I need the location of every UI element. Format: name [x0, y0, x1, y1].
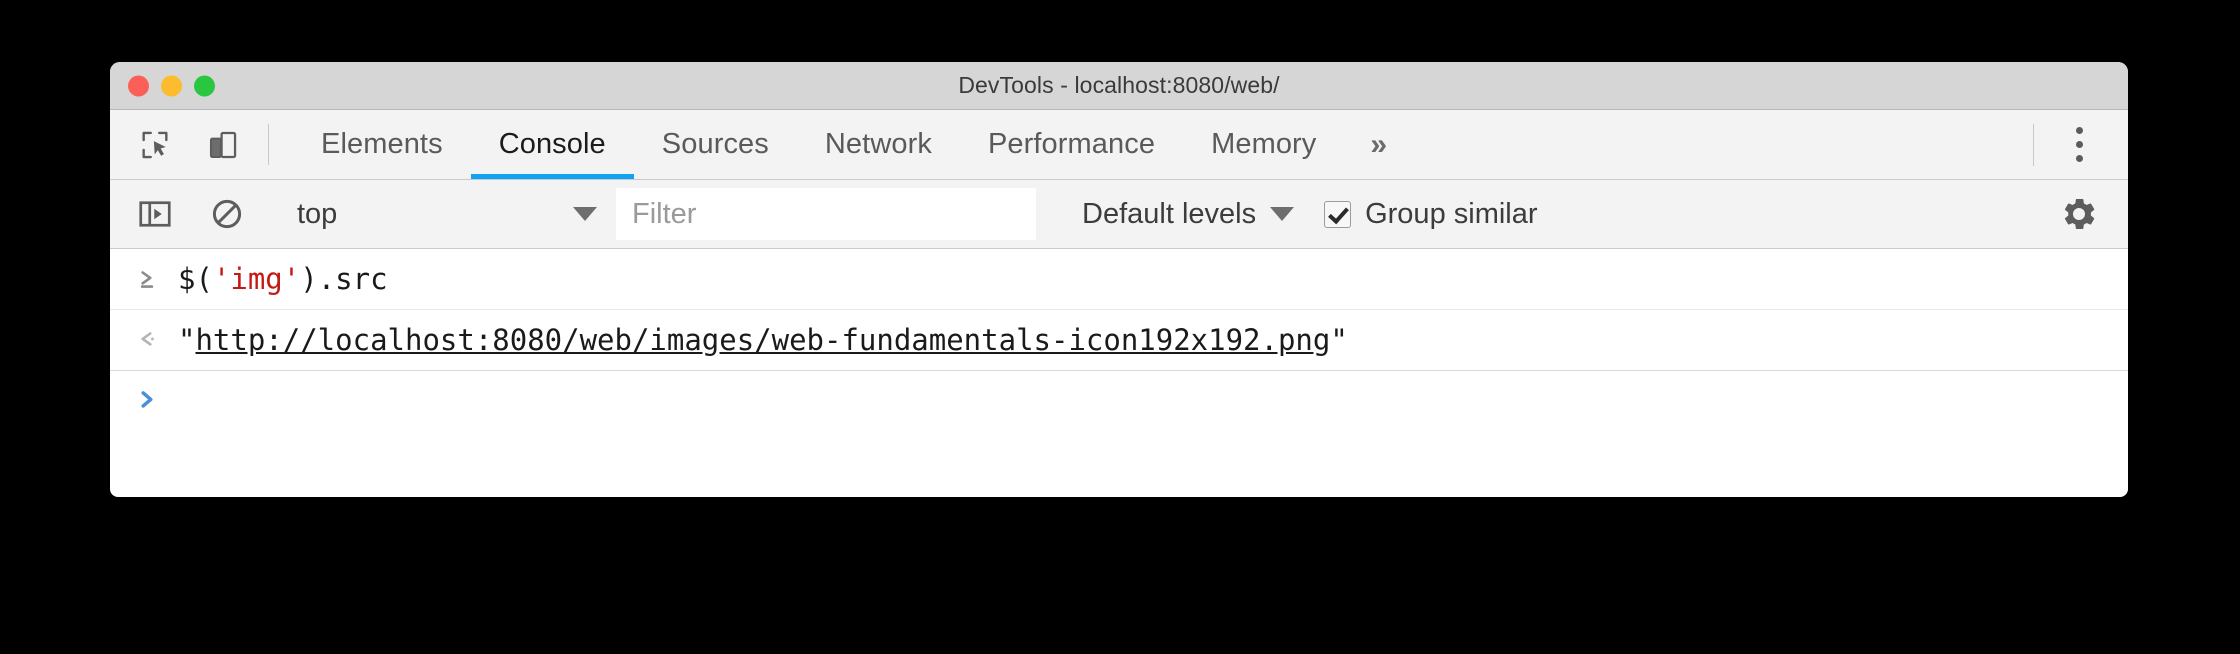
- maximize-window-button[interactable]: [194, 75, 215, 96]
- tab-sources[interactable]: Sources: [634, 110, 797, 179]
- chevron-down-icon: [573, 207, 597, 221]
- minimize-window-button[interactable]: [161, 75, 182, 96]
- console-filter-placeholder: Filter: [632, 197, 697, 230]
- output-chevron-icon: [134, 327, 178, 353]
- dot: [2075, 155, 2083, 162]
- tabbar-right-group: [2033, 110, 2128, 179]
- tab-performance[interactable]: Performance: [960, 110, 1183, 179]
- console-input-message[interactable]: $('img').src: [110, 249, 2128, 310]
- console-result-value: "http://localhost:8080/web/images/web-fu…: [178, 322, 1348, 357]
- devtools-tabbar: Elements Console Sources Network Perform…: [110, 110, 2128, 180]
- clear-console-icon[interactable]: [204, 191, 250, 237]
- code-prefix: $(: [178, 261, 213, 296]
- quote-open: ": [178, 322, 196, 357]
- window-title: DevTools - localhost:8080/web/: [958, 72, 1280, 98]
- tabbar-separator: [268, 124, 269, 165]
- log-level-label: Default levels: [1082, 197, 1257, 230]
- tabbar-right-separator: [2033, 123, 2034, 166]
- dot: [2075, 141, 2083, 148]
- double-chevron-right-icon: »: [1370, 127, 1388, 161]
- prompt-chevron-icon: [134, 387, 178, 413]
- execution-context-value: top: [297, 197, 338, 230]
- chevron-down-icon: [1270, 207, 1295, 221]
- inspect-element-icon[interactable]: [132, 122, 178, 168]
- window-titlebar: DevTools - localhost:8080/web/: [110, 62, 2128, 110]
- tab-elements[interactable]: Elements: [293, 110, 471, 179]
- dot: [2075, 127, 2083, 134]
- tab-label: Memory: [1211, 128, 1317, 160]
- tab-label: Elements: [321, 128, 443, 160]
- result-url-link[interactable]: http://localhost:8080/web/images/web-fun…: [195, 323, 1330, 357]
- tabbar-tool-icons: [132, 110, 268, 179]
- tab-network[interactable]: Network: [797, 110, 960, 179]
- device-toolbar-icon[interactable]: [200, 122, 246, 168]
- vertical-dots-icon[interactable]: [2056, 122, 2102, 168]
- console-prompt-row[interactable]: [110, 371, 2128, 429]
- group-similar-checkbox[interactable]: [1324, 200, 1352, 228]
- code-string-literal: 'img': [212, 261, 301, 296]
- input-chevron-icon: [134, 266, 178, 292]
- traffic-lights: [128, 75, 215, 96]
- console-result-message[interactable]: "http://localhost:8080/web/images/web-fu…: [110, 310, 2128, 371]
- execution-context-selector[interactable]: top: [297, 191, 597, 237]
- tab-memory[interactable]: Memory: [1183, 110, 1344, 179]
- console-sidebar-icon[interactable]: [132, 191, 178, 237]
- gear-icon[interactable]: [2056, 191, 2102, 237]
- log-level-selector[interactable]: Default levels: [1082, 197, 1295, 231]
- console-input-code: $('img').src: [178, 261, 388, 296]
- devtools-window: DevTools - localhost:8080/web/ Elements: [110, 62, 2128, 497]
- console-message-list: $('img').src "http://localhost:8080/web/…: [110, 249, 2128, 429]
- group-similar-toggle[interactable]: Group similar: [1324, 197, 1538, 231]
- tab-console[interactable]: Console: [470, 110, 634, 179]
- console-settings-group: [2056, 191, 2106, 237]
- console-toolbar-icons: [132, 191, 272, 237]
- panel-tabs: Elements Console Sources Network Perform…: [293, 110, 1413, 179]
- tab-label: Console: [498, 128, 606, 160]
- tab-label: Network: [824, 128, 932, 160]
- tab-label: Sources: [661, 128, 769, 160]
- tab-overflow-button[interactable]: »: [1344, 110, 1413, 179]
- tab-label: Performance: [987, 128, 1156, 160]
- console-filter-input[interactable]: Filter: [616, 188, 1036, 240]
- console-toolbar: top Filter Default levels Group similar: [110, 180, 2128, 249]
- code-suffix: ).src: [300, 261, 388, 296]
- close-window-button[interactable]: [128, 75, 149, 96]
- quote-close: ": [1330, 322, 1348, 357]
- group-similar-label: Group similar: [1365, 197, 1538, 230]
